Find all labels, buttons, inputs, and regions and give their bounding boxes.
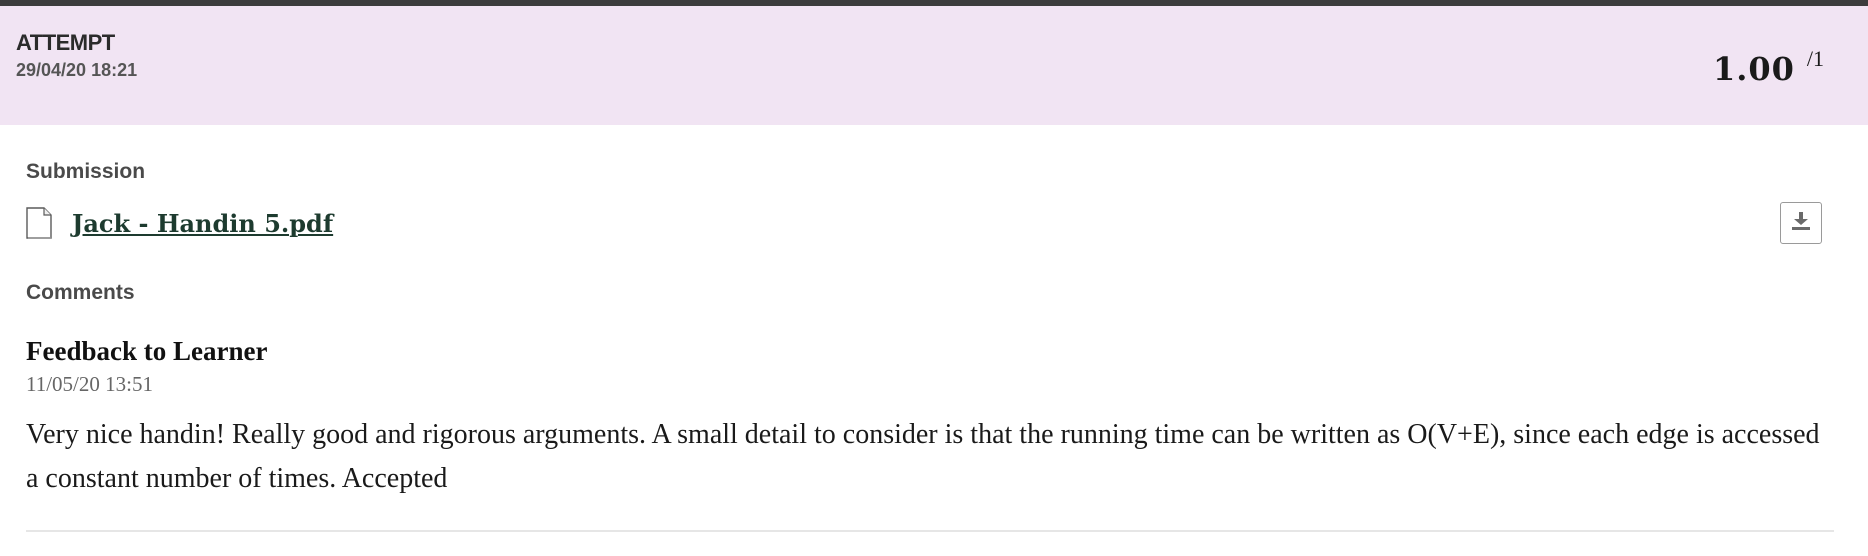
score-max: /1 bbox=[1806, 46, 1824, 71]
feedback-text: Very nice handin! Really good and rigoro… bbox=[26, 419, 1820, 494]
submission-file-row: Jack - Handin 5.pdf bbox=[26, 205, 333, 241]
comments-label: Comments bbox=[26, 281, 135, 304]
submission-label: Submission bbox=[26, 160, 146, 183]
score-value: 1.00 bbox=[1712, 50, 1795, 88]
divider bbox=[26, 530, 1834, 532]
attempt-label: ATTEMPT bbox=[16, 30, 115, 55]
score: 1.00 /1 bbox=[1712, 46, 1824, 88]
document-icon bbox=[26, 207, 52, 239]
feedback-title: Feedback to Learner bbox=[26, 336, 268, 366]
feedback-date: 11/05/20 13:51 bbox=[26, 372, 153, 396]
download-button[interactable] bbox=[1780, 202, 1822, 244]
attempt-header: ATTEMPT 29/04/20 18:21 1.00 /1 bbox=[0, 6, 1868, 125]
attempt-date: 29/04/20 18:21 bbox=[16, 60, 138, 80]
submission-file-link[interactable]: Jack - Handin 5.pdf bbox=[72, 209, 333, 238]
download-icon bbox=[1790, 210, 1812, 237]
